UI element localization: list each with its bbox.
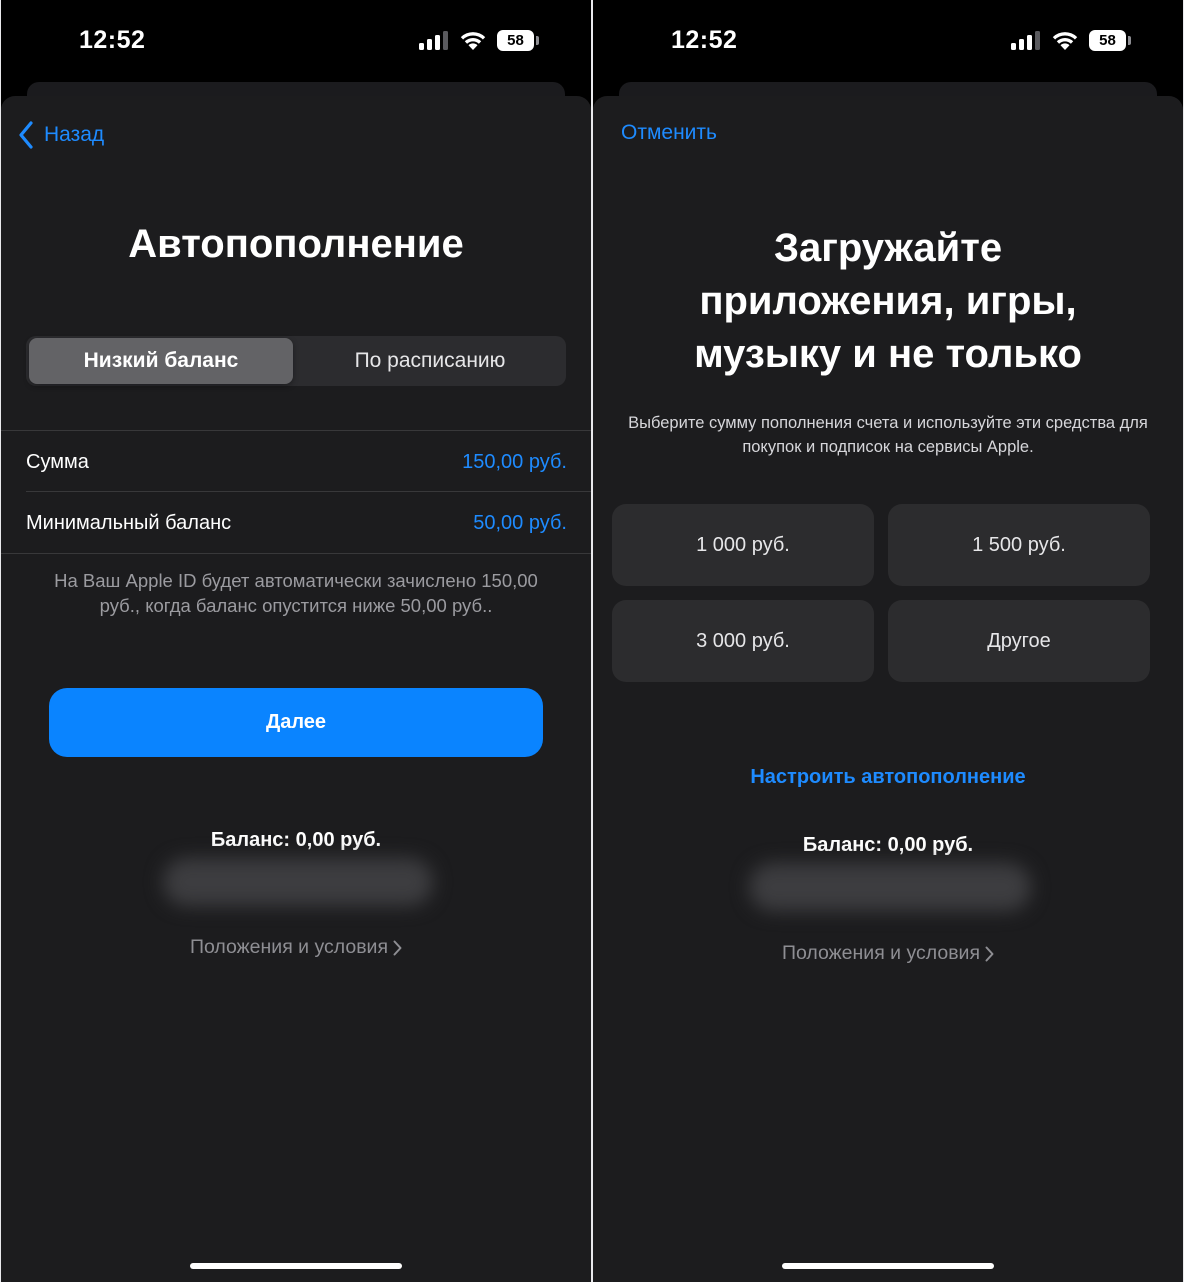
terms-link-label: Положения и условия	[189, 936, 389, 958]
back-button[interactable]: Назад	[18, 118, 104, 152]
redacted-account-info	[749, 863, 1031, 911]
terms-link[interactable]: Положения и условия	[1, 936, 591, 959]
terms-link[interactable]: Положения и условия	[593, 942, 1183, 965]
home-indicator[interactable]	[782, 1263, 994, 1269]
back-button-label: Назад	[44, 123, 105, 146]
left-phone-screen: 12:52 58 Назад Автопополнение Низкий бал…	[1, 0, 591, 1282]
divider	[1, 553, 591, 554]
min-balance-row-label: Минимальный баланс	[26, 512, 232, 534]
amount-options-grid: 1 000 руб. 1 500 руб. 3 000 руб. Другое	[612, 504, 1150, 684]
chevron-right-icon	[393, 940, 402, 956]
redacted-account-info	[163, 858, 433, 906]
divider	[1, 430, 591, 431]
amount-option-other[interactable]: Другое	[888, 600, 1150, 682]
battery-icon: 58	[497, 30, 534, 51]
min-balance-row[interactable]: Минимальный баланс 50,00 руб.	[26, 493, 567, 553]
battery-cap	[536, 36, 539, 45]
amount-row-label: Сумма	[26, 451, 89, 473]
cellular-signal-icon	[1011, 31, 1043, 50]
segment-schedule[interactable]: По расписанию	[297, 338, 563, 384]
segmented-control: Низкий баланс По расписанию	[26, 336, 566, 386]
status-bar: 12:52 58	[1, 0, 591, 80]
title-line: приложения, игры,	[699, 279, 1077, 323]
status-time: 12:52	[671, 26, 738, 54]
setup-autotopup-link[interactable]: Настроить автопополнение	[593, 766, 1183, 789]
amount-option-1000[interactable]: 1 000 руб.	[612, 504, 874, 586]
cellular-signal-icon	[419, 31, 451, 50]
wifi-icon	[1052, 32, 1078, 50]
amount-row-value: 150,00 руб.	[462, 451, 567, 473]
amount-option-3000[interactable]: 3 000 руб.	[612, 600, 874, 682]
home-indicator[interactable]	[190, 1263, 402, 1269]
divider	[26, 491, 591, 492]
subtitle-text: Выберите сумму пополнения счета и исполь…	[628, 414, 1148, 456]
battery-icon: 58	[1089, 30, 1126, 51]
balance-text: Баланс: 0,00 руб.	[802, 834, 974, 856]
info-text: На Ваш Apple ID будет автоматически зачи…	[54, 570, 538, 616]
page-title: Автопополнение	[128, 222, 464, 266]
next-button[interactable]: Далее	[49, 688, 543, 757]
battery-cap	[1128, 36, 1131, 45]
cancel-button[interactable]: Отменить	[621, 121, 717, 145]
chevron-left-icon	[19, 121, 33, 149]
chevron-right-icon	[985, 946, 994, 962]
min-balance-row-value: 50,00 руб.	[473, 512, 567, 534]
page-title: Загружайте приложения, игры, музыку и не…	[593, 222, 1183, 381]
title-line: Загружайте	[773, 226, 1003, 270]
balance-text: Баланс: 0,00 руб.	[210, 829, 382, 851]
amount-option-1500[interactable]: 1 500 руб.	[888, 504, 1150, 586]
segment-low-balance[interactable]: Низкий баланс	[29, 338, 293, 384]
status-bar: 12:52 58	[593, 0, 1183, 80]
wifi-icon	[460, 32, 486, 50]
title-line: музыку и не только	[694, 332, 1082, 376]
amount-row[interactable]: Сумма 150,00 руб.	[26, 432, 567, 492]
right-phone-screen: 12:52 58 Отменить Загружайте приложения,…	[593, 0, 1183, 1282]
terms-link-label: Положения и условия	[781, 942, 981, 964]
status-time: 12:52	[79, 26, 146, 54]
